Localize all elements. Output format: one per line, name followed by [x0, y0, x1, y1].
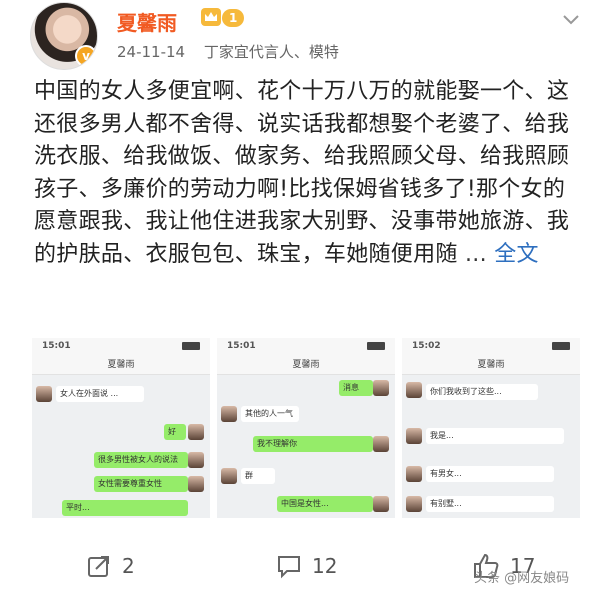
chat-avatar — [188, 452, 204, 468]
chat-bubble: 消息 — [339, 380, 373, 396]
status-time: 15:01 — [42, 341, 71, 351]
chat-bubble: 好 — [164, 424, 186, 440]
post-body: 中国的女人多便宜啊、花个十万八万的就能娶一个、这还很多男人都不舍得、说实话我都想… — [34, 76, 579, 271]
chat-title: 夏馨雨 — [32, 356, 210, 375]
post-meta: 24-11-14 丁家宜代言人、模特 — [117, 41, 339, 62]
status-time: 15:02 — [412, 341, 441, 351]
chat-bubble: 中国是女性... — [277, 496, 373, 512]
status-time: 15:01 — [227, 341, 256, 351]
chat-bubble: 其他的人一气 — [241, 406, 299, 422]
chat-avatar — [188, 476, 204, 492]
author-name[interactable]: 夏馨雨 — [117, 7, 177, 36]
comment-icon — [278, 556, 300, 579]
chat-avatar — [406, 496, 422, 512]
chat-bubble: 你们我收到了这些... — [426, 384, 538, 400]
post-image-2[interactable]: 15:01 夏馨雨 消息 其他的人一气 我不理解你 群 中国是女性... — [217, 338, 395, 518]
chat-bubble: 有别墅... — [426, 496, 554, 512]
chat-title: 夏馨雨 — [217, 356, 395, 375]
level-badge: 1 — [222, 9, 245, 27]
post-ellipsis: ... — [465, 241, 487, 267]
share-button[interactable]: 2 — [86, 548, 135, 584]
post-header: v 夏馨雨 1 24-11-14 丁家宜代言人、模特 — [0, 0, 600, 72]
status-bar: 15:02 — [402, 338, 580, 356]
watermark: 头条 @网友娘码 — [474, 571, 570, 586]
crown-icon — [201, 8, 221, 26]
verified-badge-icon: v — [75, 45, 97, 67]
comment-count: 12 — [312, 554, 338, 578]
chat-avatar — [406, 428, 422, 444]
post-date: 24-11-14 — [117, 43, 186, 61]
chat-bubble: 女性需要尊重女性 — [94, 476, 188, 492]
chat-bubble: 我是... — [426, 428, 564, 444]
status-bar: 15:01 — [217, 338, 395, 356]
chat-avatar — [406, 382, 422, 398]
chat-avatar — [406, 466, 422, 482]
post-image-1[interactable]: 15:01 夏馨雨 女人在外面说 ... 好 很多男性被女人的说法 女性需要尊重… — [32, 338, 210, 518]
chat-avatar — [221, 468, 237, 484]
chat-avatar — [221, 406, 237, 422]
chat-avatar — [36, 386, 52, 402]
comment-button[interactable]: 12 — [276, 548, 337, 584]
chat-bubble: 很多男性被女人的说法 — [94, 452, 188, 468]
chat-bubble: 女人在外面说 ... — [56, 386, 144, 402]
avatar[interactable]: v — [30, 2, 98, 70]
chat-bubble: 我不理解你 — [253, 436, 373, 452]
chat-bubble: 有男女... — [426, 466, 554, 482]
chat-avatar — [373, 380, 389, 396]
battery-icon — [552, 342, 570, 350]
chat-bubble: 群 — [241, 468, 275, 484]
post-text: 中国的女人多便宜啊、花个十万八万的就能娶一个、这还很多男人都不舍得、说实话我都想… — [34, 79, 570, 267]
chat-avatar — [373, 496, 389, 512]
battery-icon — [182, 342, 200, 350]
chat-title: 夏馨雨 — [402, 356, 580, 375]
chat-avatar — [188, 424, 204, 440]
battery-icon — [367, 342, 385, 350]
post-images: 15:01 夏馨雨 女人在外面说 ... 好 很多男性被女人的说法 女性需要尊重… — [32, 338, 580, 518]
full-text-link[interactable]: 全文 — [494, 242, 539, 267]
status-bar: 15:01 — [32, 338, 210, 356]
share-count: 2 — [122, 554, 135, 578]
post-image-3[interactable]: 15:02 夏馨雨 你们我收到了这些... 我是... 有男女... 有别墅..… — [402, 338, 580, 518]
share-icon — [88, 556, 109, 577]
chevron-down-icon[interactable] — [560, 8, 582, 30]
chat-avatar — [373, 436, 389, 452]
chat-bubble: 平时... — [62, 500, 188, 516]
author-bio: 丁家宜代言人、模特 — [203, 43, 339, 61]
